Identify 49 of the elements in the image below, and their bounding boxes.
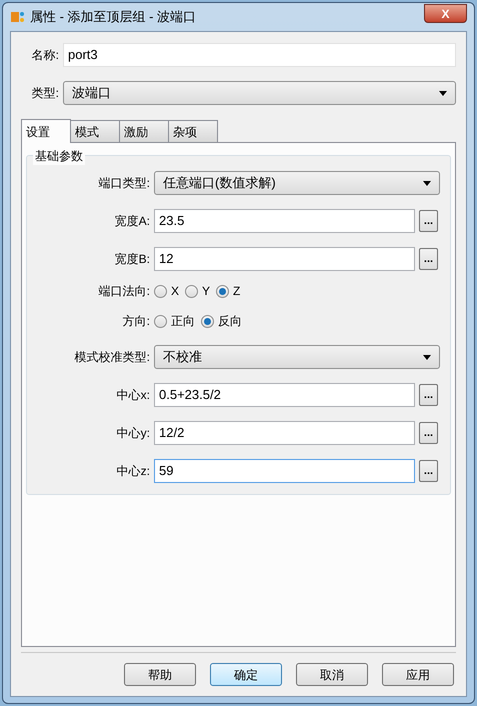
input-field[interactable]: 23.5 — [154, 209, 415, 233]
group-title: 基础参数 — [33, 147, 85, 165]
radio-option[interactable]: X — [154, 282, 180, 300]
tab[interactable]: 杂项 — [168, 120, 218, 142]
type-dropdown[interactable]: 波端口 — [63, 81, 456, 105]
radio-button[interactable] — [185, 284, 198, 298]
app-icon — [10, 10, 26, 24]
radio-button[interactable] — [201, 314, 214, 328]
field-label: 方向: — [122, 313, 151, 330]
input-field[interactable]: 59 — [154, 459, 415, 483]
radio-button[interactable] — [216, 284, 230, 298]
dropdown-caret-icon — [423, 180, 431, 186]
dialog-button[interactable]: 取消 — [296, 663, 368, 686]
type-label: 类型: — [30, 85, 60, 102]
tab[interactable]: 设置 — [21, 119, 71, 143]
input-field[interactable]: 12 — [154, 247, 415, 271]
field-label: 端口法向: — [98, 283, 151, 300]
name-field[interactable]: port3 — [63, 43, 456, 67]
radio-option[interactable]: 正向 — [154, 312, 195, 330]
dropdown-caret-icon — [439, 90, 447, 96]
field-label: 宽度B: — [114, 251, 151, 268]
browse-button[interactable]: ... — [419, 210, 438, 232]
dropdown[interactable]: 任意端口(数值求解) — [154, 171, 440, 195]
browse-button[interactable]: ... — [419, 460, 438, 482]
browse-button[interactable]: ... — [419, 384, 438, 406]
tab[interactable]: 激励 — [119, 120, 169, 142]
radio-option[interactable]: 反向 — [201, 312, 242, 330]
name-label: 名称: — [30, 47, 60, 64]
dropdown[interactable]: 不校准 — [154, 345, 440, 369]
field-label: 中心z: — [116, 463, 151, 480]
tab[interactable]: 模式 — [70, 120, 120, 142]
radio-option[interactable]: Y — [185, 282, 210, 300]
browse-button[interactable]: ... — [419, 248, 438, 270]
dialog-button[interactable]: 帮助 — [124, 663, 196, 686]
dialog-button[interactable]: 应用 — [382, 663, 454, 686]
browse-button[interactable]: ... — [419, 422, 438, 444]
radio-button[interactable] — [154, 314, 167, 328]
dropdown-caret-icon — [423, 354, 431, 360]
field-label: 宽度A: — [114, 213, 151, 230]
radio-option[interactable]: Z — [216, 282, 240, 300]
field-label: 模式校准类型: — [74, 349, 151, 366]
window-title: 属性 - 添加至顶层组 - 波端口 — [30, 8, 196, 26]
field-label: 中心x: — [116, 387, 151, 404]
input-field[interactable]: 12/2 — [154, 421, 415, 445]
input-field[interactable]: 0.5+23.5/2 — [154, 383, 415, 407]
radio-button[interactable] — [154, 284, 167, 298]
field-label: 中心y: — [116, 425, 151, 442]
dialog-button[interactable]: 确定 — [210, 663, 282, 686]
field-label: 端口类型: — [98, 175, 151, 192]
